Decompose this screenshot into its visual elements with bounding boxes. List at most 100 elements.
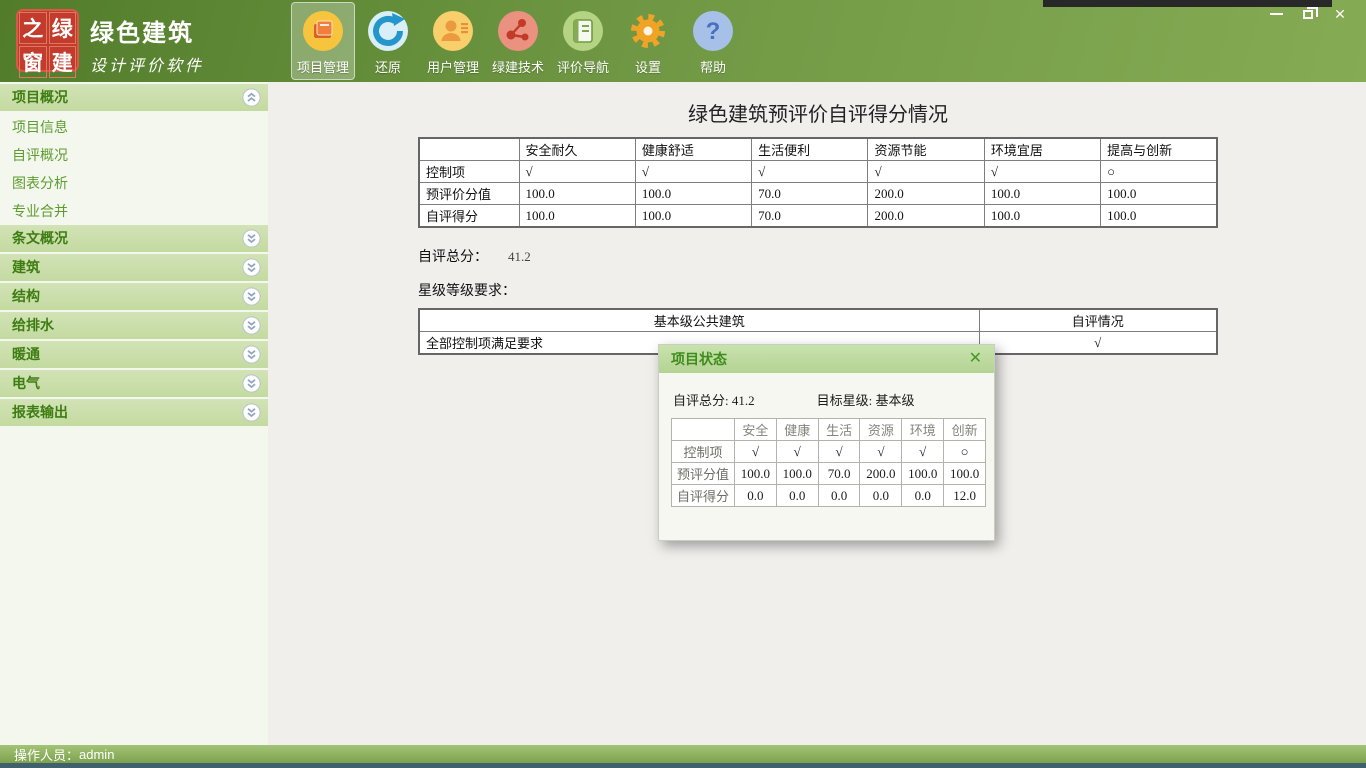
column-header: 创新 [944, 419, 986, 441]
table-cell: 100.0 [984, 183, 1100, 205]
table-cell: 100.0 [1101, 205, 1217, 228]
sidebar-section-label: 条文概况 [0, 230, 68, 246]
column-header: 健康 [776, 419, 818, 441]
table-row: 预评分值100.0100.070.0200.0100.0100.0 [672, 463, 986, 485]
sidebar-section-label: 电气 [0, 375, 40, 391]
column-header: 生活 [818, 419, 860, 441]
app-title: 绿色建筑 [90, 13, 204, 48]
column-header: 自评情况 [979, 309, 1217, 332]
sidebar-section-plumbing[interactable]: 给排水 [0, 312, 268, 339]
column-header [419, 138, 519, 161]
app-logo: 之 绿 窗 建 [16, 9, 79, 72]
dialog-header[interactable]: 项目状态 ✕ [659, 345, 994, 373]
sidebar-section-electrical[interactable]: 电气 [0, 370, 268, 397]
svg-text:?: ? [706, 18, 721, 45]
expand-chevron-icon[interactable] [242, 316, 261, 335]
total-score-line: 自评总分： 41.2 [418, 246, 1366, 266]
sidebar-section-label: 结构 [0, 288, 40, 304]
dialog-score-table: 安全健康生活资源环境创新控制项√√√√√○预评分值100.0100.070.02… [671, 418, 986, 507]
toolbar-button-help[interactable]: ? 帮助 [681, 2, 745, 80]
table-cell: 12.0 [944, 485, 986, 507]
table-cell: ○ [1101, 161, 1217, 183]
total-score-label: 自评总分： [418, 250, 488, 265]
sidebar-section-report-output[interactable]: 报表输出 [0, 399, 268, 426]
table-cell: √ [979, 332, 1217, 355]
sidebar-section-label: 建筑 [0, 259, 40, 275]
toolbar-label: 绿建技术 [492, 57, 544, 76]
table-cell: 0.0 [860, 485, 902, 507]
star-requirement-label: 星级等级要求： [418, 280, 1366, 300]
expand-chevron-icon[interactable] [242, 287, 261, 306]
toolbar-label: 设置 [635, 57, 661, 76]
minimize-icon[interactable] [1260, 6, 1292, 22]
close-window-icon[interactable]: ✕ [1324, 6, 1356, 22]
table-cell: √ [984, 161, 1100, 183]
column-header: 基本级公共建筑 [419, 309, 979, 332]
logo-char: 绿 [49, 12, 77, 44]
column-header: 资源 [860, 419, 902, 441]
table-cell: 100.0 [1101, 183, 1217, 205]
column-header: 提高与创新 [1101, 138, 1217, 161]
table-cell: 0.0 [818, 485, 860, 507]
table-cell: 0.0 [776, 485, 818, 507]
app-title-block: 绿色建筑 设计评价软件 [90, 13, 204, 76]
toolbar-button-restore[interactable]: 还原 [356, 2, 420, 80]
sidebar-item-self-eval-overview[interactable]: 自评概况 [0, 141, 268, 169]
toolbar-button-project-management[interactable]: 项目管理 [291, 2, 355, 80]
app-window: 之 绿 窗 建 绿色建筑 设计评价软件 项目管理还原用户管理绿建技术评价导航 设置… [0, 0, 1366, 768]
table-row: 自评得分0.00.00.00.00.012.0 [672, 485, 986, 507]
table-cell: 200.0 [868, 205, 984, 228]
row-label: 预评价分值 [419, 183, 519, 205]
expand-chevron-icon[interactable] [242, 374, 261, 393]
collapse-chevron-icon[interactable] [242, 88, 261, 107]
toolbar-button-settings[interactable]: 设置 [616, 2, 680, 80]
expand-chevron-icon[interactable] [242, 258, 261, 277]
refresh-icon [367, 10, 409, 52]
table-cell: √ [818, 441, 860, 463]
toolbar-label: 评价导航 [557, 57, 609, 76]
column-header: 环境 [902, 419, 944, 441]
table-cell: 100.0 [735, 463, 777, 485]
sidebar-section-architecture[interactable]: 建筑 [0, 254, 268, 281]
total-score-value: 41.2 [508, 249, 531, 264]
row-label: 自评得分 [672, 485, 735, 507]
toolbar-label: 帮助 [700, 57, 726, 76]
table-cell: 100.0 [776, 463, 818, 485]
table-row: 预评价分值100.0100.070.0200.0100.0100.0 [419, 183, 1217, 205]
table-cell: 70.0 [818, 463, 860, 485]
table-row: 控制项√√√√√○ [672, 441, 986, 463]
sidebar-section-project-overview[interactable]: 项目概况 [0, 84, 268, 111]
sidebar-section-clause-overview[interactable]: 条文概况 [0, 225, 268, 252]
sidebar-item-project-info[interactable]: 项目信息 [0, 113, 268, 141]
window-controls: ✕ [1260, 6, 1356, 22]
toolbar-button-eval-navigation[interactable]: 评价导航 [551, 2, 615, 80]
sidebar-section-hvac[interactable]: 暖通 [0, 341, 268, 368]
expand-chevron-icon[interactable] [242, 403, 261, 422]
close-icon[interactable]: ✕ [969, 351, 982, 367]
user-icon [432, 10, 474, 52]
sidebar: 项目概况项目信息自评概况图表分析专业合并条文概况建筑结构给排水暖通电气报表输出 [0, 82, 268, 745]
column-header: 资源节能 [868, 138, 984, 161]
restore-window-icon[interactable] [1292, 6, 1324, 22]
logo-char: 建 [49, 46, 77, 78]
toolbar-button-green-tech[interactable]: 绿建技术 [486, 2, 550, 80]
row-label: 预评分值 [672, 463, 735, 485]
column-header: 健康舒适 [635, 138, 751, 161]
toolbar-button-user-management[interactable]: 用户管理 [421, 2, 485, 80]
sidebar-item-discipline-merge[interactable]: 专业合并 [0, 197, 268, 225]
table-cell: 100.0 [902, 463, 944, 485]
logo-char: 窗 [19, 46, 47, 78]
bottom-edge-strip [0, 763, 1366, 768]
operator-value: admin [79, 747, 114, 762]
sidebar-section-structure[interactable]: 结构 [0, 283, 268, 310]
table-row: 自评得分100.0100.070.0200.0100.0100.0 [419, 205, 1217, 228]
expand-chevron-icon[interactable] [242, 345, 261, 364]
table-cell: 0.0 [902, 485, 944, 507]
toolbar-label: 项目管理 [297, 57, 349, 76]
expand-chevron-icon[interactable] [242, 229, 261, 248]
sidebar-section-label: 给排水 [0, 317, 54, 333]
main-toolbar: 项目管理还原用户管理绿建技术评价导航 设置? 帮助 [291, 2, 746, 80]
gear-icon [627, 10, 669, 52]
sidebar-item-chart-analysis[interactable]: 图表分析 [0, 169, 268, 197]
table-cell: 200.0 [860, 463, 902, 485]
